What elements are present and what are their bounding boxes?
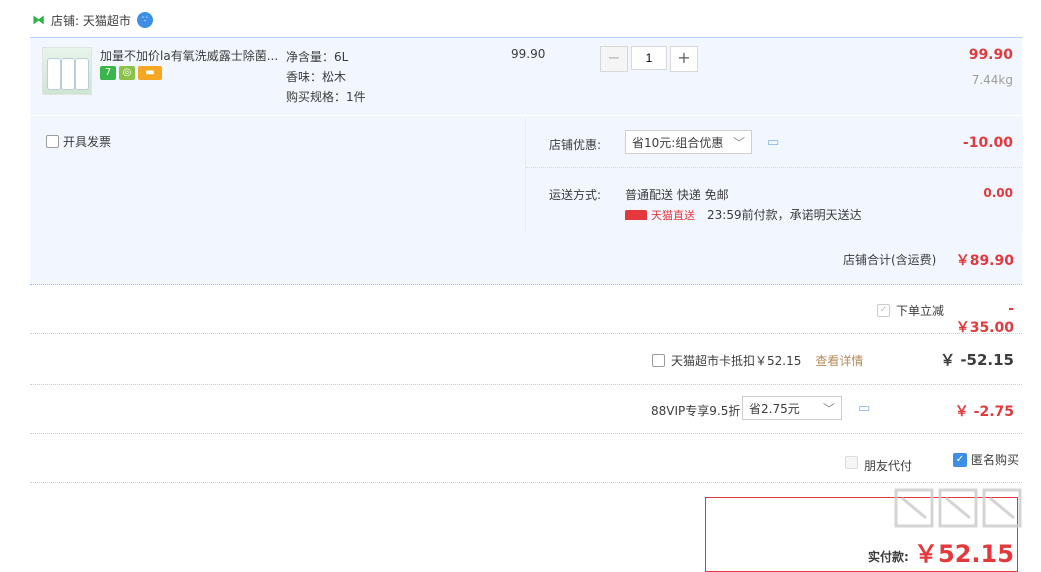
divider: [30, 384, 1022, 385]
shipping-method: 普通配送 快递 免邮: [625, 188, 729, 202]
card-deduction-label: 天猫超市卡抵扣￥52.15: [671, 354, 802, 368]
chevron-down-icon: ﹀: [732, 135, 745, 150]
invoice-checkbox[interactable]: [46, 135, 59, 148]
anonymous-option[interactable]: ✓ 匿名购买: [953, 451, 1019, 468]
tmall-direct: 天猫直送 23:59前付款，承诺明天送达: [625, 206, 862, 223]
quantity-increase-button[interactable]: +: [670, 46, 698, 72]
item-badges: 7 ◎ ▬: [100, 66, 165, 80]
chat-icon[interactable]: ▭: [858, 401, 870, 416]
delivery-promise: 23:59前付款，承诺明天送达: [707, 208, 862, 222]
shipping-label: 运送方式:: [549, 188, 602, 202]
card-pay-icon[interactable]: ▬: [138, 66, 162, 80]
card-details-link[interactable]: 查看详情: [815, 352, 863, 369]
anonymous-checkbox[interactable]: ✓: [953, 452, 967, 467]
guarantee-icon[interactable]: ◎: [119, 66, 135, 80]
anonymous-label: 匿名购买: [971, 453, 1020, 467]
shop-total-label: 店铺合计(含运费): [843, 253, 937, 267]
order-discount-checkbox: ✓: [877, 304, 890, 317]
divider: [30, 482, 1022, 483]
order-discount-label: 下单立减: [896, 304, 945, 318]
item-subtotal: 99.90: [968, 47, 1013, 63]
vip-discount-select[interactable]: 省2.75元 ﹀: [742, 396, 842, 420]
order-discount-amount: -￥35.00: [955, 301, 1014, 336]
quantity-decrease-button[interactable]: −: [600, 46, 628, 72]
friend-pay-label: 朋友代付: [864, 459, 913, 473]
quantity-stepper: − +: [600, 46, 698, 72]
invoice-option[interactable]: 开具发票: [46, 133, 111, 150]
shop-name[interactable]: 店铺: 天猫超市: [51, 12, 131, 29]
shop-discount-selected: 省10元:组合优惠: [632, 135, 724, 150]
seven-day-return-icon[interactable]: 7: [100, 66, 116, 80]
spec-pack: 购买规格：1件: [286, 90, 366, 104]
card-deduction-checkbox[interactable]: [652, 354, 665, 367]
spec-volume: 净含量：6L: [286, 50, 349, 64]
card-deduction-amount: ￥ -52.15: [940, 351, 1014, 369]
tmall-cat-icon: [625, 209, 647, 220]
shop-header: ⧓ 店铺: 天猫超市 ∵: [32, 10, 153, 30]
shop-discount-select[interactable]: 省10元:组合优惠 ﹀: [625, 130, 752, 154]
shop-discount-amount: -10.00: [962, 135, 1013, 151]
chat-icon[interactable]: ▭: [767, 135, 779, 150]
shop-discount-label: 店铺优惠:: [549, 138, 602, 152]
shipping-amount: 0.00: [983, 186, 1013, 200]
spec-scent: 香味：松木: [286, 70, 347, 84]
vip-discount-selected: 省2.75元: [749, 401, 800, 416]
chevron-down-icon: ﹀: [822, 401, 835, 416]
divider: [30, 433, 1022, 434]
order-discount: ✓ 下单立减: [877, 302, 944, 319]
shop-total-amount: ￥89.90: [955, 253, 1014, 269]
wangwang-chat-icon[interactable]: ∵: [136, 12, 153, 28]
tmall-direct-label: 天猫直送: [651, 208, 695, 222]
item-title[interactable]: 加量不加价la有氧洗威露士除菌...: [100, 47, 280, 64]
unit-price: 99.90: [511, 47, 546, 61]
divider: [30, 333, 1022, 334]
payment-amount: ￥52.15: [914, 540, 1014, 568]
friend-pay-checkbox[interactable]: [845, 456, 858, 469]
item-weight: 7.44kg: [971, 73, 1013, 87]
invoice-label: 开具发票: [63, 135, 112, 149]
vip-label: 88VIP专享9.5折: [651, 404, 741, 418]
shop-icon: ⧓: [32, 12, 45, 28]
friend-pay-option[interactable]: 朋友代付: [845, 451, 912, 474]
payment-label: 实付款:: [868, 550, 909, 564]
card-deduction: 天猫超市卡抵扣￥52.15 查看详情: [652, 352, 863, 369]
divider: [525, 167, 1022, 168]
vip-discount-amount: ￥ -2.75: [954, 404, 1014, 420]
quantity-input[interactable]: [631, 46, 667, 70]
product-thumbnail[interactable]: [42, 47, 92, 95]
